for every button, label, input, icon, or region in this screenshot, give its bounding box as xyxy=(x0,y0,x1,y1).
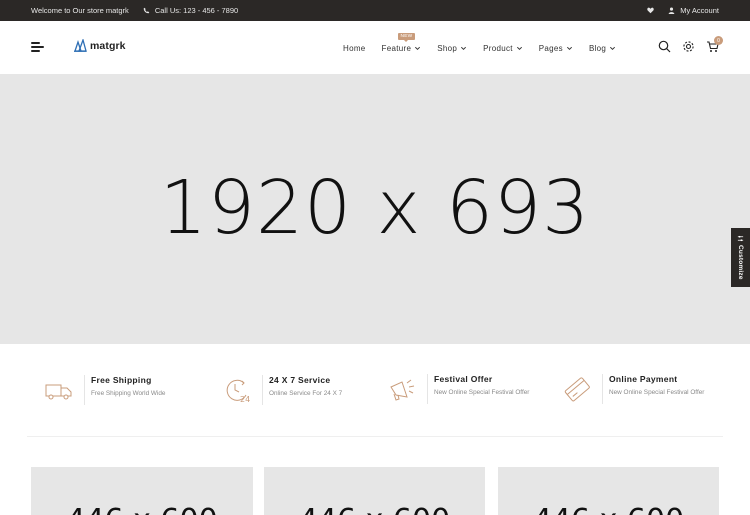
feature-desc: New Online Special Festival Offer xyxy=(434,389,530,396)
site-logo[interactable]: matgrk xyxy=(73,39,126,52)
cart-count-badge: 0 xyxy=(714,36,723,45)
menu-bar xyxy=(31,50,40,52)
card-placeholder-text: 446 x 600 xyxy=(498,503,719,515)
megaphone-icon xyxy=(390,379,415,401)
credit-card-icon xyxy=(564,377,590,402)
welcome-text: Welcome to Our store matgrk xyxy=(31,6,129,15)
feature-text: Festival Offer New Online Special Festiv… xyxy=(434,374,534,398)
customize-label: Customize xyxy=(737,245,744,280)
menu-bar xyxy=(31,42,40,44)
main-header: matgrk Home NEW Feature Shop Product Pag… xyxy=(0,21,750,74)
nav-home[interactable]: Home xyxy=(343,44,366,53)
feature-text: 24 X 7 Service Online Service For 24 X 7 xyxy=(269,375,379,399)
feature-text: Free Shipping Free Shipping World Wide xyxy=(91,375,201,399)
logo-icon xyxy=(74,39,87,52)
nav-blog-label: Blog xyxy=(588,43,607,53)
nav-pages[interactable]: Pages xyxy=(539,44,573,53)
feature-24x7-service: 24 24 X 7 Service Online Service For 24 … xyxy=(222,375,379,409)
hero-banner[interactable]: 1920 x 693 xyxy=(0,74,750,344)
gear-icon xyxy=(683,41,694,52)
menu-toggle-button[interactable] xyxy=(31,41,45,53)
heart-icon xyxy=(647,7,654,14)
feature-divider xyxy=(262,375,263,405)
wishlist-link[interactable] xyxy=(647,7,654,14)
logo-text: matgrk xyxy=(90,39,126,52)
svg-text:24: 24 xyxy=(240,395,250,404)
new-badge: NEW xyxy=(397,32,416,42)
feature-title: 24 X 7 Service xyxy=(269,375,331,385)
my-account-label: My Account xyxy=(680,6,719,15)
phone-info: Call Us: 123 - 456 - 7890 xyxy=(143,6,238,15)
sliders-icon xyxy=(737,236,744,242)
nav-feature[interactable]: NEW Feature xyxy=(381,32,422,53)
feature-title: Online Payment xyxy=(609,374,678,384)
card-placeholder-text: 446 x 600 xyxy=(31,503,253,515)
nav-blog[interactable]: Blog xyxy=(589,44,616,53)
feature-desc: New Online Special Festival Offer xyxy=(609,389,705,396)
my-account-link[interactable]: My Account xyxy=(668,6,719,15)
feature-divider xyxy=(427,374,428,404)
header-actions: 0 xyxy=(658,36,723,53)
product-card[interactable]: 446 x 600 xyxy=(498,467,719,515)
truck-icon xyxy=(45,384,72,400)
feature-title: Festival Offer xyxy=(434,374,493,384)
feature-title: Free Shipping xyxy=(91,375,152,385)
chevron-down-icon xyxy=(516,46,522,50)
main-nav: Home NEW Feature Shop Product Pages Blog xyxy=(343,32,632,55)
feature-festival-offer: Festival Offer New Online Special Festiv… xyxy=(387,374,534,408)
hero-placeholder-text: 1920 x 693 xyxy=(159,165,591,251)
nav-feature-label: Feature xyxy=(381,43,412,53)
card-placeholder-text: 446 x 600 xyxy=(264,503,485,515)
chevron-down-icon xyxy=(566,46,572,50)
feature-desc: Free Shipping World Wide xyxy=(91,390,166,397)
product-card[interactable]: 446 x 600 xyxy=(264,467,485,515)
clock-24-icon: 24 xyxy=(226,379,250,404)
chevron-down-icon xyxy=(610,46,616,50)
nav-product-label: Product xyxy=(483,43,513,53)
phone-icon xyxy=(143,7,150,14)
nav-home-label: Home xyxy=(343,43,366,53)
user-icon xyxy=(668,7,675,14)
cart-button[interactable]: 0 xyxy=(706,36,723,53)
menu-bar xyxy=(31,46,44,48)
feature-free-shipping: Free Shipping Free Shipping World Wide xyxy=(44,375,201,409)
top-bar: Welcome to Our store matgrk Call Us: 123… xyxy=(0,0,750,21)
chevron-down-icon xyxy=(415,46,421,50)
features-strip: Free Shipping Free Shipping World Wide 2… xyxy=(0,344,750,438)
nav-pages-label: Pages xyxy=(538,43,563,53)
feature-divider xyxy=(84,375,85,405)
nav-shop-label: Shop xyxy=(437,43,458,53)
settings-button[interactable] xyxy=(682,40,695,53)
section-divider xyxy=(27,436,723,437)
search-button[interactable] xyxy=(658,40,671,53)
feature-online-payment: Online Payment New Online Special Festiv… xyxy=(562,374,709,408)
nav-shop[interactable]: Shop xyxy=(437,44,467,53)
phone-text: Call Us: 123 - 456 - 7890 xyxy=(154,6,239,15)
feature-divider xyxy=(602,374,603,404)
chevron-down-icon xyxy=(461,46,467,50)
customize-panel-toggle[interactable]: Customize xyxy=(731,228,750,287)
feature-desc: Online Service For 24 X 7 xyxy=(269,390,343,397)
feature-text: Online Payment New Online Special Festiv… xyxy=(609,374,709,398)
search-icon xyxy=(658,40,671,53)
nav-product[interactable]: Product xyxy=(483,44,523,53)
product-card[interactable]: 446 x 600 xyxy=(31,467,253,515)
